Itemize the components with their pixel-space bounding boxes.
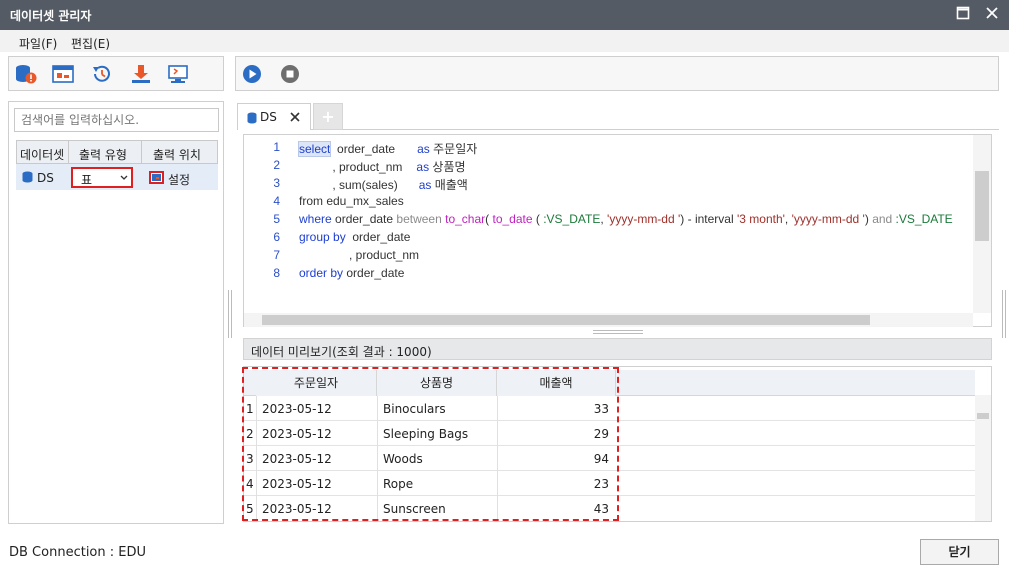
close-tab-icon[interactable] <box>290 112 300 122</box>
line-number: 6 <box>273 230 280 244</box>
line-number: 4 <box>273 194 280 208</box>
line-number: 7 <box>273 248 280 262</box>
connection-status: DB Connection : EDU <box>9 545 147 560</box>
database-icon <box>247 112 257 124</box>
line-number: 2 <box>273 158 280 172</box>
close-icon <box>986 7 998 19</box>
add-tab-button[interactable]: + <box>313 103 343 130</box>
download-icon[interactable] <box>130 64 152 84</box>
close-button[interactable]: 닫기 <box>920 539 999 565</box>
line-number: 1 <box>273 140 280 154</box>
header-label: 출력 유형 <box>79 148 127 162</box>
editor-hscrollbar[interactable] <box>244 313 973 327</box>
maximize-button[interactable] <box>951 4 975 26</box>
highlight-box <box>242 367 619 521</box>
code-line: where order_date between to_char( to_dat… <box>299 212 953 226</box>
query-toolbar <box>235 56 999 91</box>
location-label: 설정 <box>168 173 191 187</box>
output-type-select[interactable]: 표 <box>71 167 133 188</box>
code-line: , product_nm <box>299 248 420 262</box>
preview-header: 데이터 미리보기(조회 결과 : 1000) <box>243 338 992 360</box>
right-splitter[interactable] <box>1002 290 1006 338</box>
dataset-grid-header-name: 데이터셋 <box>16 140 69 164</box>
dataset-name: DS <box>37 171 54 185</box>
monitor-icon[interactable] <box>167 64 189 84</box>
run-icon[interactable] <box>241 64 263 84</box>
code-line: , sum(sales) as 매출액 <box>299 178 468 192</box>
code-line: select order_date as 주문일자 <box>297 141 478 157</box>
maximize-icon <box>956 6 970 20</box>
line-number: 3 <box>273 176 280 190</box>
chevron-down-icon <box>120 175 128 180</box>
preview-label: 데이터 미리보기(조회 결과 : 1000) <box>251 345 432 359</box>
close-window-button[interactable] <box>980 4 1004 26</box>
code-line: order by order_date <box>299 266 405 280</box>
output-type-value: 표 <box>81 173 93 187</box>
title-bar: 데이터셋 관리자 <box>0 0 1009 30</box>
dataset-grid-header-location: 출력 위치 <box>141 140 218 164</box>
menu-bar: 파일(F) 편집(E) <box>0 30 1009 52</box>
editor-hscroll-thumb[interactable] <box>262 315 870 325</box>
code-line: from edu_mx_sales <box>299 194 404 208</box>
dataset-grid-header-type: 출력 유형 <box>68 140 142 164</box>
database-icon <box>22 171 33 183</box>
menu-edit[interactable]: 편집(E) <box>71 35 110 52</box>
history-icon[interactable] <box>91 64 113 84</box>
menu-file[interactable]: 파일(F) <box>19 35 57 52</box>
plus-icon: + <box>321 107 335 126</box>
header-label: 데이터셋 <box>20 148 65 162</box>
window-title: 데이터셋 관리자 <box>10 9 92 23</box>
editor-vscroll-thumb[interactable] <box>975 171 989 241</box>
header-label: 출력 위치 <box>153 148 201 162</box>
editor-vscrollbar[interactable] <box>973 135 991 313</box>
dataset-warning-icon[interactable] <box>15 64 37 84</box>
window-icon <box>152 174 161 181</box>
line-number: 8 <box>273 266 280 280</box>
vertical-splitter[interactable] <box>228 290 232 338</box>
code-line: group by order_date <box>299 230 411 244</box>
dataset-toolbar <box>8 56 224 91</box>
grid-vscrollbar[interactable] <box>975 395 991 521</box>
location-settings-button[interactable] <box>149 171 164 184</box>
stop-icon[interactable] <box>279 64 301 84</box>
dataset-search-input[interactable] <box>14 108 219 132</box>
tab-ds[interactable]: DS <box>237 103 311 130</box>
code-line: , product_nm as 상품명 <box>299 160 466 174</box>
tab-label: DS <box>260 110 277 124</box>
output-window-icon[interactable] <box>52 64 74 84</box>
grid-vscroll-thumb[interactable] <box>977 413 989 419</box>
tab-bar <box>237 102 999 130</box>
dataset-row[interactable]: DS 표 설정 <box>16 164 218 190</box>
line-number: 5 <box>273 212 280 226</box>
horizontal-splitter[interactable] <box>593 330 643 334</box>
